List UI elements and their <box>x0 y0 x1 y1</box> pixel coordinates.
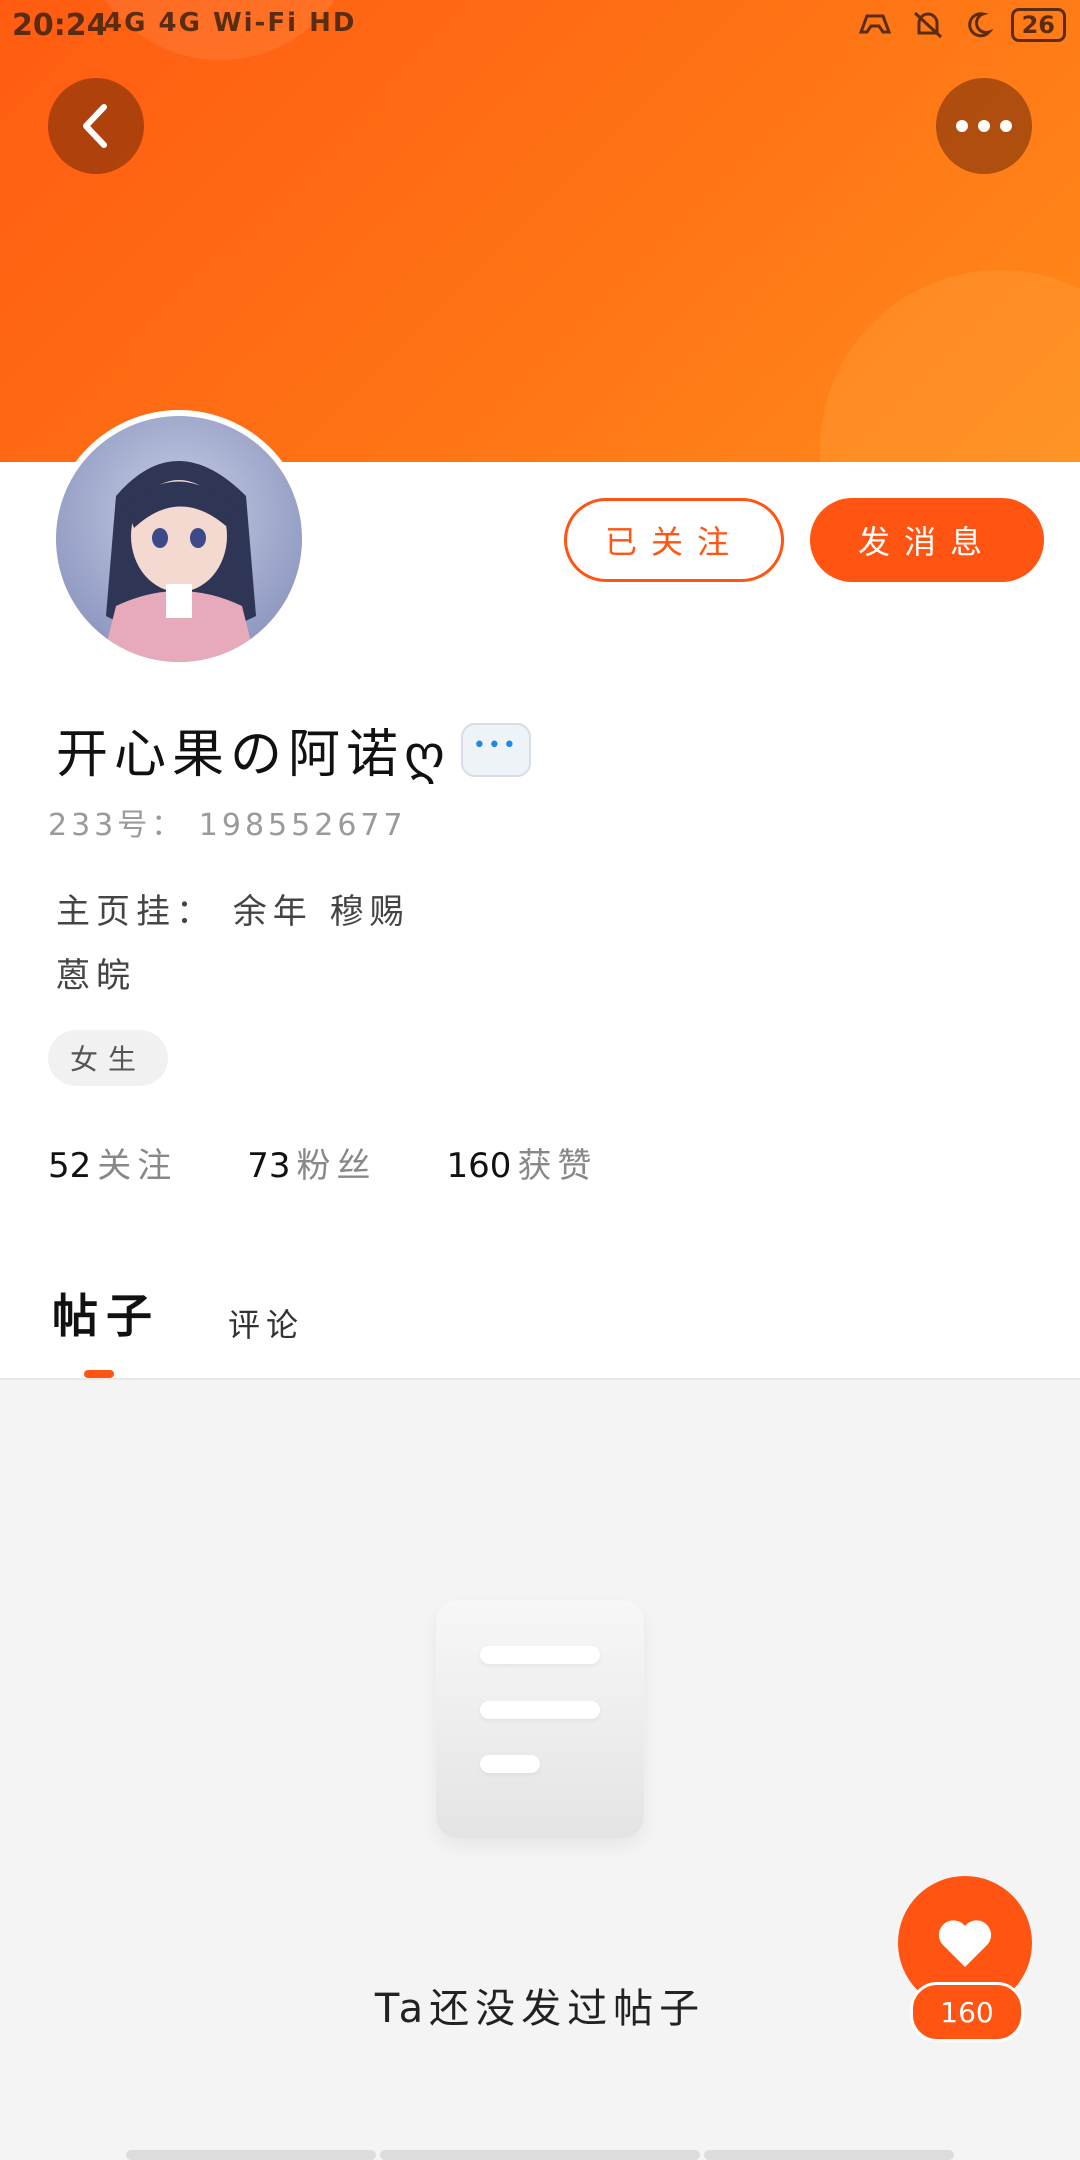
send-message-button[interactable]: 发消息 <box>810 498 1044 582</box>
bottom-bar-segment <box>126 2150 376 2160</box>
bio: 主页挂： 余年 穆赐 蒽皖 <box>56 880 410 1008</box>
back-button[interactable] <box>48 78 144 174</box>
chevron-left-icon <box>83 104 107 148</box>
silent-bell-icon <box>913 11 942 39</box>
heart-icon <box>938 1920 992 1967</box>
avatar[interactable] <box>50 410 308 668</box>
followed-button[interactable]: 已关注 <box>564 498 784 582</box>
bubble-dots: ••• <box>472 732 518 758</box>
chat-bubble-icon: ••• <box>460 722 531 777</box>
username-text: 开心果の阿诺ღ <box>56 725 451 785</box>
content-tabs: 帖子 评论 <box>52 1280 304 1346</box>
tab-posts[interactable]: 帖子 <box>52 1280 160 1346</box>
moon-icon <box>967 12 993 38</box>
stat-following[interactable]: 52 关注 <box>48 1138 177 1187</box>
bio-line: 蒽皖 <box>56 956 136 996</box>
signal-wifi-icons: 4G 4G Wi‑Fi HD <box>104 8 357 38</box>
more-dots-icon <box>956 120 1012 132</box>
bottom-bar-segment <box>380 2150 700 2160</box>
tab-indicator <box>84 1370 114 1378</box>
bio-line: 主页挂： 余年 穆赐 <box>56 892 410 932</box>
bottom-bar-segment <box>704 2150 954 2160</box>
status-bar: 20:24 4G 4G Wi‑Fi HD 26 <box>0 0 1080 52</box>
stat-count: 160 <box>446 1146 512 1186</box>
tab-comments[interactable]: 评论 <box>228 1300 304 1346</box>
stat-count: 52 <box>48 1146 92 1186</box>
more-options-button[interactable] <box>936 78 1032 174</box>
stat-label: 粉丝 <box>296 1146 377 1186</box>
stat-fans[interactable]: 73 粉丝 <box>247 1138 376 1187</box>
status-time: 20:24 <box>12 8 108 43</box>
stat-label: 获赞 <box>517 1146 598 1186</box>
stat-likes[interactable]: 160 获赞 <box>447 1138 598 1187</box>
user-id: 233号： 198552677 <box>48 808 407 843</box>
divider <box>0 1378 1080 1380</box>
avatar-image <box>56 416 302 662</box>
empty-document-icon <box>436 1600 644 1838</box>
gender-tag: 女生 <box>48 1030 168 1086</box>
profile-banner <box>0 0 1080 462</box>
like-count-badge: 160 <box>910 1982 1024 2042</box>
stat-label: 关注 <box>97 1146 178 1186</box>
battery-level: 26 <box>1010 8 1066 42</box>
username: 开心果の阿诺ღ ••• <box>56 712 531 787</box>
stats-row: 52 关注 73 粉丝 160 获赞 <box>48 1138 597 1187</box>
game-icon <box>858 14 891 34</box>
banner-decoration <box>820 270 1080 462</box>
stat-count: 73 <box>247 1146 291 1186</box>
